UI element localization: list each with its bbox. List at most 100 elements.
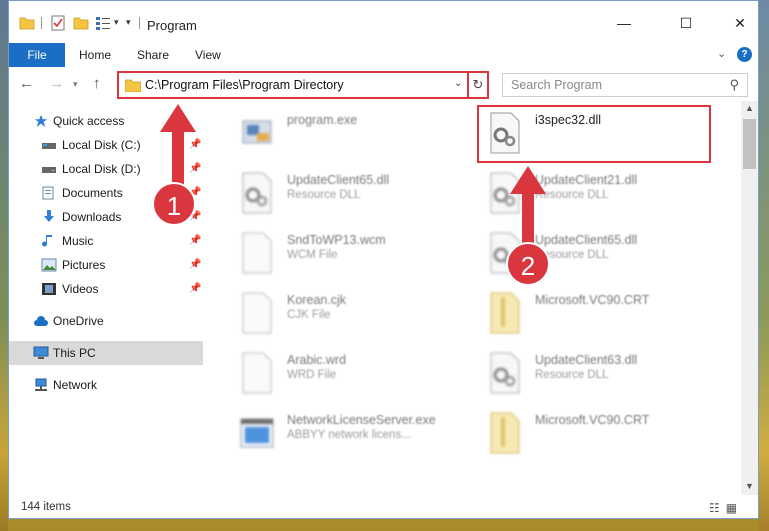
sidebar-item-this-pc[interactable]: This PC [9,341,203,365]
pin-icon[interactable]: 📌 [189,253,201,277]
title-bar: ▾ ▾ Program — ☐ ✕ [9,1,758,41]
scroll-down-icon[interactable]: ▼ [745,481,754,491]
maximize-button[interactable]: ☐ [663,11,709,35]
toolbar-separator [41,17,42,29]
blank-file-icon [242,292,272,334]
sidebar-item-pictures[interactable]: Pictures 📌 [9,253,203,277]
file-list: program.exe i3spec32.dll UpdateClient65.… [209,105,741,495]
pin-icon[interactable]: 📌 [189,277,201,301]
address-path[interactable]: C:\Program Files\Program Directory [145,78,344,92]
sidebar-item-label: Pictures [62,258,106,272]
file-name: UpdateClient65.dll [535,233,638,247]
folder-icon [19,17,35,30]
blank-file-icon [242,232,272,274]
toolbar-separator [139,17,140,29]
forward-arrow-icon[interactable]: → [49,75,64,92]
exe-icon [242,120,272,144]
dll-gear-icon [490,352,520,394]
ribbon-tabs: File Home Share View ⌄ ? [9,43,758,67]
tab-view[interactable]: View [195,43,221,67]
drive-icon [42,167,56,173]
view-toggle-icons[interactable]: ☷▦ [709,501,743,515]
file-item[interactable]: Korean.cjk CJK File [221,285,451,341]
refresh-button[interactable]: ↻ [469,71,489,99]
file-name: NetworkLicenseServer.exe [287,413,436,427]
sidebar-item-videos[interactable]: Videos 📌 [9,277,203,301]
file-item[interactable]: NetworkLicenseServer.exe ABBYY network l… [221,405,451,461]
file-type: Resource DLL [535,369,609,381]
properties-check-icon[interactable] [51,15,65,31]
tab-home[interactable]: Home [79,43,111,67]
vertical-scrollbar[interactable]: ▲ ▼ [741,101,758,495]
address-bar[interactable]: C:\Program Files\Program Directory ⌄ [117,71,469,99]
explorer-window: ▾ ▾ Program — ☐ ✕ File Home Share View ⌄… [8,0,759,519]
search-icon[interactable]: ⚲ [729,77,739,93]
scroll-thumb[interactable] [743,119,756,169]
music-icon [42,235,52,247]
new-folder-icon[interactable] [73,15,89,31]
star-icon [34,114,48,128]
close-button[interactable]: ✕ [717,11,763,35]
highlight-box [477,105,711,163]
expand-ribbon-icon[interactable]: ⌄ [717,47,726,60]
tab-file[interactable]: File [9,43,65,67]
file-item[interactable]: UpdateClient63.dll Resource DLL [469,345,699,401]
sidebar-item-label: Quick access [53,114,125,128]
file-name: Korean.cjk [287,293,347,307]
cloud-icon [34,316,48,326]
file-type: WRD File [287,369,337,381]
file-type: Resource DLL [535,189,609,201]
up-arrow-icon[interactable]: ↑ [93,75,101,92]
desktop-background-left [0,0,8,531]
sidebar-item-label: Downloads [62,210,122,224]
minimize-button[interactable]: — [601,11,647,35]
sidebar-item-music[interactable]: Music 📌 [9,229,203,253]
drive-icon [42,143,56,149]
file-type: CJK File [287,309,331,321]
recent-locations-icon[interactable]: ▾ [73,79,78,90]
file-item[interactable]: UpdateClient65.dll Resource DLL [221,165,451,221]
customize-view-icon[interactable] [95,15,111,31]
file-item[interactable]: Microsoft.VC90.CRT [469,405,699,461]
tab-share[interactable]: Share [137,43,169,67]
dll-gear-icon [242,172,272,214]
pin-icon[interactable]: 📌 [189,229,201,253]
file-item[interactable]: program.exe [221,105,451,161]
folder-zip-icon [490,292,520,334]
back-arrow-icon[interactable]: ← [19,75,34,92]
chevron-down-icon[interactable]: ▾ [114,17,119,28]
file-name: UpdateClient63.dll [535,353,638,367]
download-icon [44,210,54,222]
help-icon[interactable]: ? [737,47,752,62]
chevron-down-icon[interactable]: ⌄ [454,78,462,89]
customize-toolbar-icon[interactable]: ▾ [126,17,131,28]
sidebar-item-onedrive[interactable]: OneDrive [9,309,203,333]
file-type: ABBYY network licens... [287,429,411,441]
sidebar-item-label: Music [62,234,94,248]
network-icon [35,378,47,391]
file-name: UpdateClient65.dll [287,173,390,187]
file-name: program.exe [287,113,358,127]
search-input[interactable]: Search Program ⚲ [502,73,748,97]
file-type: WCM File [287,249,338,261]
videos-icon [42,283,56,295]
file-item[interactable]: Arabic.wrd WRD File [221,345,451,401]
sidebar-item-label: This PC [53,346,96,360]
sidebar-item-label: Documents [62,186,123,200]
file-item[interactable]: UpdateClient65.dll Resource DLL [469,225,699,281]
file-item[interactable]: Microsoft.VC90.CRT [469,285,699,341]
blank-file-icon [242,352,272,394]
folder-zip-icon [490,412,520,454]
status-bar: 144 items ☷▦ [9,497,758,519]
annotation-badge-2: 2 [506,242,550,286]
file-item[interactable]: SndToWP13.wcm WCM File [221,225,451,281]
scroll-up-icon[interactable]: ▲ [745,103,754,113]
sidebar-item-label: Network [53,378,98,392]
file-name: UpdateClient21.dll [535,173,638,187]
pictures-icon [41,258,57,272]
sidebar-item-label: OneDrive [53,314,104,328]
sidebar-item-network[interactable]: Network [9,373,203,397]
file-name: Microsoft.VC90.CRT [535,413,650,427]
app-window-icon [240,418,274,448]
file-item[interactable]: UpdateClient21.dll Resource DLL [469,165,699,221]
